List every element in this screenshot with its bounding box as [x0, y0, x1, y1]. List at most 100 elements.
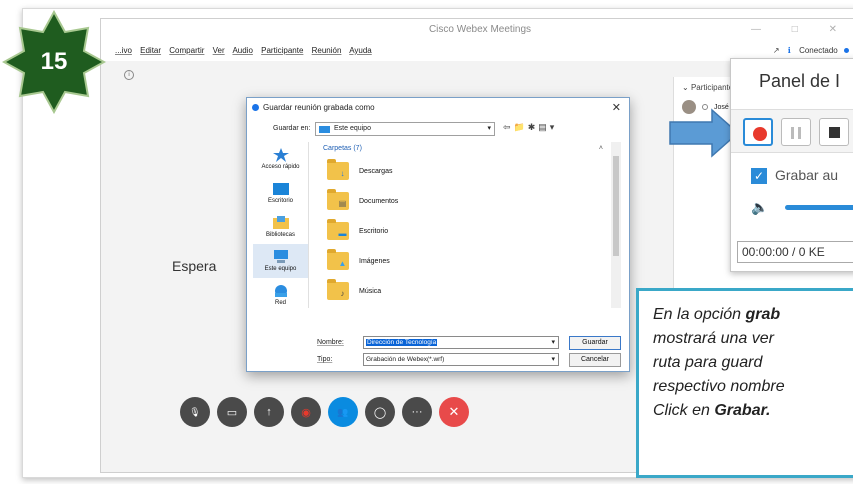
chevron-down-icon[interactable]: ▾	[551, 337, 555, 348]
info-icon[interactable]: i	[124, 70, 134, 80]
menu-item-participante[interactable]: Participante	[261, 46, 303, 55]
dialog-title: Guardar reunión grabada como	[263, 103, 375, 112]
chat-button[interactable]: ◯	[365, 397, 395, 427]
waiting-text: Espera	[172, 258, 217, 274]
chevron-up-icon: ˄	[598, 145, 603, 152]
record-audio-label: Grabar au	[775, 167, 839, 183]
folders-group-header[interactable]: Carpetas (7) ˄	[317, 142, 611, 156]
webex-logo-icon	[252, 104, 259, 111]
share-button[interactable]: ↑	[254, 397, 284, 427]
note-line-1: En la opción grab	[653, 306, 781, 323]
file-list: Carpetas (7) ˄ ↓ Descargas ▤ Documentos …	[317, 142, 611, 308]
folder-item[interactable]: ▲ Imágenes	[317, 246, 611, 276]
instruction-note: En la opción grab mostrará una ver ruta …	[636, 288, 853, 478]
menu-item-compartir[interactable]: Compartir	[169, 46, 204, 55]
checkmark-icon: ✓	[751, 168, 767, 185]
menu-item-reunion[interactable]: Reunión	[312, 46, 342, 55]
pause-button[interactable]	[781, 118, 811, 146]
record-icon	[753, 127, 767, 141]
microphone-icon: 🎙	[189, 406, 201, 417]
video-button[interactable]: ▭	[217, 397, 247, 427]
mute-button[interactable]: 🎙	[180, 397, 210, 427]
nav-toolbar[interactable]: ⇦📁✱▤▾	[503, 122, 557, 133]
people-icon: 👥	[337, 406, 349, 417]
stop-button[interactable]	[819, 118, 849, 146]
leave-button[interactable]: ✕	[439, 397, 469, 427]
filename-label: Nombre:	[317, 339, 344, 346]
place-desktop[interactable]: Escritorio	[253, 176, 308, 210]
filename-input[interactable]: Dirección de Tecnología ▾	[363, 336, 559, 349]
menu-item-editar[interactable]: Editar	[140, 46, 161, 55]
step-number: 15	[40, 48, 68, 75]
record-button[interactable]: ◉	[291, 397, 321, 427]
status-dot-icon	[844, 48, 849, 54]
save-recording-dialog: Guardar reunión grabada como ✕ Guardar e…	[246, 97, 630, 372]
scroll-thumb[interactable]	[613, 156, 619, 256]
save-in-row: Guardar en: Este equipo ▾ ⇦📁✱▤▾	[247, 122, 629, 138]
more-button[interactable]: ···	[402, 397, 432, 427]
title-bar: Cisco Webex Meetings — □ ✕	[101, 19, 853, 41]
place-this-pc[interactable]: Este equipo	[253, 244, 308, 278]
file-list-scrollbar[interactable]	[611, 142, 621, 308]
info-mini-icon[interactable]: ℹ	[788, 46, 791, 55]
folder-icon: ▤	[327, 189, 349, 210]
filetype-value: Grabación de Webex(*.wrf)	[366, 356, 445, 363]
dialog-titlebar: Guardar reunión grabada como ✕	[247, 98, 629, 118]
recorder-zoom-panel: Panel de I ✓ Grabar au 🔈 00:00:00 / 0 KE	[730, 58, 853, 272]
close-icon[interactable]: ✕	[612, 98, 621, 118]
network-icon	[274, 285, 287, 297]
close-icon: ✕	[448, 404, 460, 419]
menu-item-audio[interactable]: Audio	[232, 46, 252, 55]
chevron-down-icon: ▾	[487, 125, 491, 132]
save-in-value: Este equipo	[334, 125, 371, 132]
record-icon: ◉	[301, 406, 311, 419]
place-quick-access[interactable]: Acceso rápido	[253, 142, 308, 176]
save-button[interactable]: Guardar	[569, 336, 621, 350]
volume-slider[interactable]: 🔈	[751, 199, 853, 215]
speaker-icon: 🔈	[751, 199, 769, 215]
window-controls[interactable]: — □ ✕	[751, 19, 851, 41]
folder-item[interactable]: ↓ Descargas	[317, 156, 611, 186]
menu-item-ayuda[interactable]: Ayuda	[349, 46, 372, 55]
folder-icon: ▬	[327, 219, 349, 240]
participants-button[interactable]: 👥	[328, 397, 358, 427]
place-network[interactable]: Red	[253, 278, 308, 312]
volume-track[interactable]	[785, 205, 853, 210]
note-line-5: Click en Grabar.	[653, 402, 771, 419]
note-line-3: ruta para guard	[653, 354, 763, 371]
more-icon: ···	[411, 406, 423, 418]
record-audio-checkbox[interactable]: ✓ Grabar au	[751, 167, 839, 185]
filetype-select[interactable]: Grabación de Webex(*.wrf) ▾	[363, 353, 559, 366]
cancel-button[interactable]: Cancelar	[569, 353, 621, 367]
filetype-label: Tipo:	[317, 356, 333, 363]
note-line-2: mostrará una ver	[653, 330, 774, 347]
save-in-select[interactable]: Este equipo ▾	[315, 122, 495, 136]
computer-icon	[273, 250, 288, 263]
recording-time: 00:00:00 / 0 KE	[737, 241, 853, 263]
folder-icon: ↓	[327, 159, 349, 180]
star-icon	[272, 148, 289, 162]
menu-item-ver[interactable]: Ver	[213, 46, 225, 55]
computer-icon	[319, 126, 330, 133]
share-icon: ↑	[266, 406, 272, 418]
folder-item[interactable]: ▬ Escritorio	[317, 216, 611, 246]
chevron-down-icon[interactable]: ▾	[551, 354, 555, 365]
recorder-toolbar	[731, 109, 853, 153]
folder-item[interactable]: ♪ Música	[317, 276, 611, 306]
camera-icon: ▭	[226, 406, 238, 419]
places-bar: Acceso rápido Escritorio Bibliotecas Est…	[253, 142, 309, 308]
window-title: Cisco Webex Meetings	[428, 24, 532, 35]
place-libraries[interactable]: Bibliotecas	[253, 210, 308, 244]
libraries-icon	[272, 216, 289, 229]
desktop-icon	[272, 183, 289, 195]
stop-icon	[829, 127, 840, 138]
folder-item[interactable]: ▤ Documentos	[317, 186, 611, 216]
save-in-label: Guardar en:	[273, 125, 311, 132]
connection-label: Conectado	[799, 46, 838, 55]
record-start-button[interactable]	[743, 118, 773, 146]
pin-icon[interactable]: ↗	[773, 46, 780, 55]
recorder-panel-title: Panel de I	[759, 71, 841, 91]
folder-icon: ♪	[327, 279, 349, 300]
meeting-controls: 🎙 ▭ ↑ ◉ 👥 ◯ ··· ✕	[180, 397, 469, 427]
menu-item-archivo[interactable]: ...ivo	[115, 46, 132, 55]
